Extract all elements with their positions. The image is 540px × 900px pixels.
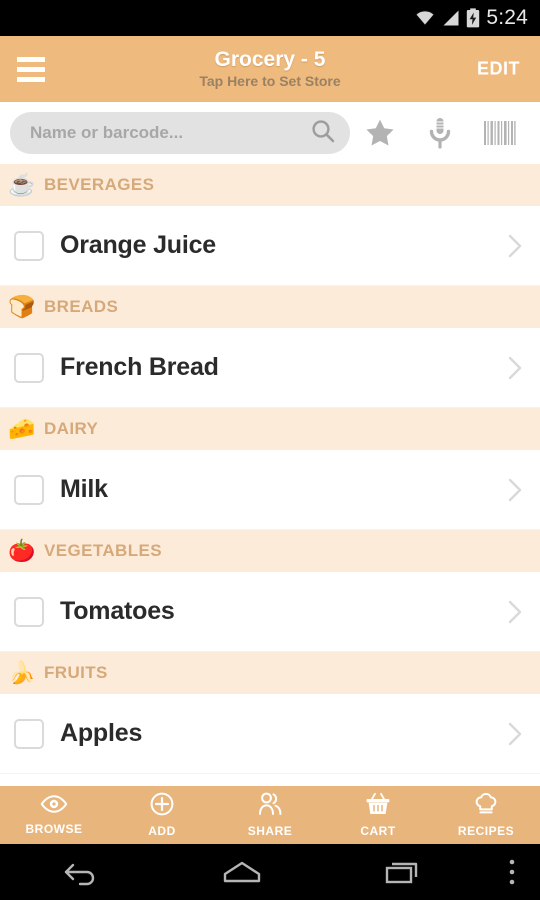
category-label: FRUITS <box>44 663 108 682</box>
item-checkbox[interactable] <box>14 596 44 627</box>
chevron-right-icon[interactable] <box>504 355 526 381</box>
shopping-basket-icon <box>365 792 391 821</box>
home-icon[interactable] <box>161 844 322 900</box>
item-label: Milk <box>60 475 108 503</box>
category-header-dairy[interactable]: 🧀 DAIRY <box>0 408 540 450</box>
nav-browse[interactable]: BROWSE <box>0 786 108 844</box>
coffee-cup-icon: ☕ <box>8 172 36 197</box>
search-icon[interactable] <box>310 118 336 149</box>
nav-label: SHARE <box>247 824 293 838</box>
set-store-subtitle[interactable]: Tap Here to Set Store <box>199 72 340 90</box>
bottom-nav-bar: BROWSE ADD SHARE CART RECIPES <box>0 786 540 844</box>
list-item[interactable]: Milk <box>0 450 540 530</box>
item-label: Orange Juice <box>60 231 216 259</box>
nav-recipes[interactable]: RECIPES <box>432 786 540 844</box>
category-header-breads[interactable]: 🍞 BREADS <box>0 286 540 328</box>
voice-input-icon[interactable] <box>410 112 470 154</box>
nav-label: RECIPES <box>457 824 515 838</box>
category-header-beverages[interactable]: ☕ BEVERAGES <box>0 164 540 206</box>
recents-icon[interactable] <box>323 844 484 900</box>
search-row: Name or barcode... <box>0 102 540 164</box>
category-label: VEGETABLES <box>44 541 162 560</box>
category-header-fruits[interactable]: 🍌 FRUITS <box>0 652 540 694</box>
bread-slice-icon: 🍞 <box>8 294 36 319</box>
barcode-scan-icon[interactable] <box>470 112 530 154</box>
people-icon <box>257 792 283 821</box>
wifi-icon <box>414 9 436 27</box>
app-bar-title-block: Grocery - 5 Tap Here to Set Store <box>0 36 540 102</box>
list-item[interactable]: French Bread <box>0 328 540 408</box>
item-checkbox[interactable] <box>14 230 44 261</box>
status-clock: 5:24 <box>486 6 528 29</box>
overflow-menu-icon[interactable] <box>484 844 540 900</box>
app-bar: Grocery - 5 Tap Here to Set Store EDIT <box>0 36 540 102</box>
eye-icon <box>40 794 68 819</box>
chef-hat-icon <box>473 792 499 821</box>
grocery-list: ☕ BEVERAGES Orange Juice 🍞 BREADS French… <box>0 164 540 786</box>
category-label: BEVERAGES <box>44 175 155 194</box>
item-checkbox[interactable] <box>14 352 44 383</box>
nav-label: BROWSE <box>25 822 83 836</box>
search-input[interactable]: Name or barcode... <box>10 112 350 154</box>
hamburger-menu-icon[interactable] <box>0 56 62 82</box>
android-nav-bar <box>0 844 540 900</box>
list-item[interactable]: Apples <box>0 694 540 774</box>
list-item[interactable]: Tomatoes <box>0 572 540 652</box>
category-label: BREADS <box>44 297 119 316</box>
chevron-right-icon[interactable] <box>504 477 526 503</box>
category-label: DAIRY <box>44 419 99 438</box>
cell-signal-icon <box>442 9 460 27</box>
chevron-right-icon[interactable] <box>504 599 526 625</box>
item-label: Apples <box>60 719 143 747</box>
item-label: Tomatoes <box>60 597 175 625</box>
nav-label: CART <box>360 824 396 838</box>
cheese-wedge-icon: 🧀 <box>8 416 36 441</box>
app-root: 5:24 Grocery - 5 Tap Here to Set Store E… <box>0 0 540 900</box>
chevron-right-icon[interactable] <box>504 233 526 259</box>
android-status-bar: 5:24 <box>0 0 540 36</box>
item-checkbox[interactable] <box>14 718 44 749</box>
category-header-vegetables[interactable]: 🍅 VEGETABLES <box>0 530 540 572</box>
nav-share[interactable]: SHARE <box>216 786 324 844</box>
edit-button[interactable]: EDIT <box>473 53 524 86</box>
nav-cart[interactable]: CART <box>324 786 432 844</box>
chevron-right-icon[interactable] <box>504 721 526 747</box>
banana-icon: 🍌 <box>8 660 36 685</box>
item-label: French Bread <box>60 353 219 381</box>
tomato-icon: 🍅 <box>8 538 36 563</box>
nav-add[interactable]: ADD <box>108 786 216 844</box>
back-icon[interactable] <box>0 844 161 900</box>
favorites-star-icon[interactable] <box>350 112 410 154</box>
nav-label: ADD <box>148 824 176 838</box>
page-title: Grocery - 5 <box>214 47 326 71</box>
item-checkbox[interactable] <box>14 474 44 505</box>
list-item[interactable]: Orange Juice <box>0 206 540 286</box>
plus-circle-icon <box>150 792 174 821</box>
search-placeholder: Name or barcode... <box>30 123 184 142</box>
battery-charging-icon <box>466 8 480 28</box>
